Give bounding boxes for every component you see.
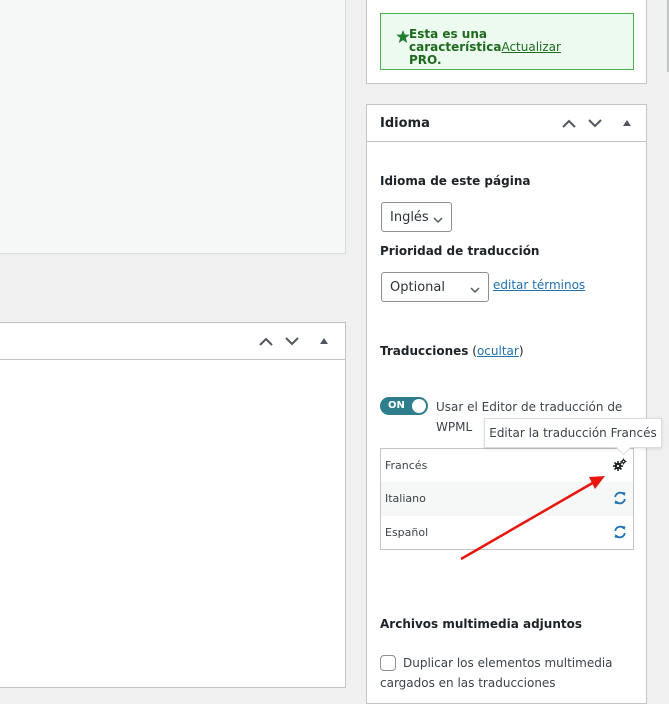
move-down-button[interactable] (279, 328, 305, 354)
metabox-left (0, 322, 346, 688)
translation-row: Francés (381, 449, 633, 482)
language-metabox: Idioma Idioma de este página Inglés Prio… (366, 104, 647, 704)
gears-icon[interactable] (613, 458, 627, 474)
translations-table: Francés Italiano Español (380, 448, 634, 550)
pro-notice-text-2: PRO. (409, 53, 442, 67)
editor-area (0, 0, 346, 254)
language-metabox-title: Idioma (380, 116, 430, 131)
chevron-down-icon (470, 283, 480, 298)
duplicate-media-checkbox[interactable] (380, 655, 396, 671)
chevron-up-icon (259, 337, 273, 346)
paren-close: ) (518, 344, 524, 358)
chevron-up-icon (562, 119, 576, 128)
toggle-panel-button[interactable] (614, 110, 640, 136)
translation-language: Español (385, 525, 429, 539)
translation-row: Italiano (381, 482, 633, 516)
media-checkbox-label: Duplicar los elementos multimedia cargad… (380, 656, 613, 690)
language-metabox-header: Idioma (367, 105, 646, 142)
tooltip-text: Editar la traducción Francés (489, 426, 657, 440)
metabox-left-header (0, 323, 345, 360)
toggle-knob (412, 399, 426, 413)
page-language-select[interactable]: Inglés (381, 202, 452, 232)
pro-notice: Esta es una característicaActualizar PRO… (380, 13, 634, 70)
translation-editor-toggle[interactable]: ON (380, 397, 428, 415)
triangle-up-icon (320, 338, 328, 344)
media-label: Archivos multimedia adjuntos (380, 617, 583, 631)
pro-notice-text-1: Esta es una característica (409, 27, 502, 54)
sync-icon[interactable] (613, 491, 627, 508)
priority-value: Optional (390, 279, 445, 295)
upgrade-link[interactable]: Actualizar (501, 40, 561, 54)
translations-label: Traducciones (380, 344, 469, 358)
hide-translations-link[interactable]: ocultar (477, 344, 519, 358)
translation-language: Francés (385, 459, 428, 473)
page-language-label: Idioma de este página (380, 174, 531, 188)
priority-select[interactable]: Optional (381, 272, 489, 302)
priority-label: Prioridad de traducción (380, 244, 540, 258)
toggle-state: ON (388, 400, 405, 411)
move-up-button[interactable] (556, 110, 582, 136)
triangle-up-icon (623, 120, 631, 126)
toggle-panel-button[interactable] (311, 328, 337, 354)
chevron-down-icon (433, 213, 443, 228)
translation-language: Italiano (385, 492, 426, 506)
pro-feature-box: Esta es una característicaActualizar PRO… (366, 0, 647, 84)
edit-terms-link[interactable]: editar términos (493, 278, 585, 292)
chevron-down-icon (588, 118, 602, 128)
move-up-button[interactable] (253, 328, 279, 354)
chevron-down-icon (285, 336, 299, 346)
page-language-value: Inglés (390, 209, 429, 225)
move-down-button[interactable] (582, 110, 608, 136)
sync-icon[interactable] (613, 525, 627, 542)
star-icon (396, 30, 410, 46)
translations-heading: Traducciones (ocultar) (380, 344, 524, 358)
edit-translation-tooltip: Editar la traducción Francés (484, 418, 662, 448)
translation-row: Español (381, 516, 633, 549)
